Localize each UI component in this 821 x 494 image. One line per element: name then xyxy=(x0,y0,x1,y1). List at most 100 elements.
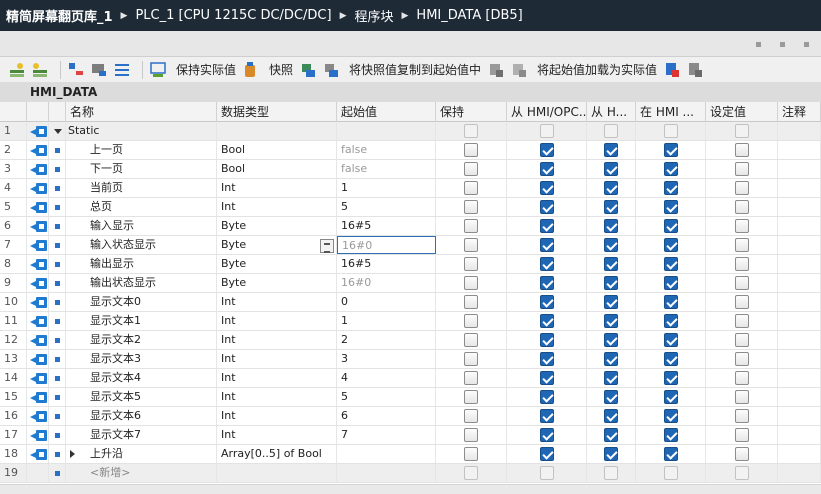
start-value-cell[interactable]: 7 xyxy=(337,426,436,444)
table-row[interactable]: 2 上一页 Bool false xyxy=(0,141,821,160)
setpoint-checkbox[interactable] xyxy=(734,257,749,271)
setpoint-checkbox[interactable] xyxy=(734,371,749,385)
load-start-icon[interactable] xyxy=(487,61,505,79)
visible-in-hmi-checkbox[interactable] xyxy=(663,352,678,366)
hmi-opc-checkbox[interactable] xyxy=(539,276,554,290)
upload-icon[interactable] xyxy=(686,61,704,79)
retain-checkbox[interactable] xyxy=(464,276,478,290)
retain-checkbox[interactable] xyxy=(464,238,478,252)
data-type-cell[interactable]: Bool xyxy=(217,160,337,178)
data-type-cell[interactable]: Byte xyxy=(217,236,337,254)
visible-in-hmi-checkbox[interactable] xyxy=(663,390,678,404)
hmi-writable-checkbox[interactable] xyxy=(604,200,618,214)
hmi-writable-checkbox[interactable] xyxy=(604,466,618,480)
visible-in-hmi-checkbox[interactable] xyxy=(663,162,678,176)
comment-cell[interactable] xyxy=(778,236,821,254)
header-visible-in-hmi[interactable]: 在 HMI ... xyxy=(636,102,706,122)
hmi-opc-checkbox[interactable] xyxy=(539,200,554,214)
visible-in-hmi-checkbox[interactable] xyxy=(663,466,678,480)
data-type-cell[interactable]: Int xyxy=(217,179,337,197)
table-row[interactable]: 8 输出显示 Byte 16#5 xyxy=(0,255,821,274)
comment-cell[interactable] xyxy=(778,179,821,197)
setpoint-checkbox[interactable] xyxy=(734,143,749,157)
setpoint-checkbox[interactable] xyxy=(734,314,749,328)
header-setpoint[interactable]: 设定值 xyxy=(706,102,778,122)
retain-checkbox[interactable] xyxy=(464,428,478,442)
setpoint-checkbox[interactable] xyxy=(734,276,749,290)
hmi-opc-checkbox[interactable] xyxy=(539,257,554,271)
retain-checkbox[interactable] xyxy=(464,181,478,195)
insert-row-icon[interactable] xyxy=(8,61,26,79)
snapshot-icon[interactable] xyxy=(242,61,260,79)
table-row[interactable]: 13 显示文本3 Int 3 xyxy=(0,350,821,369)
table-row[interactable]: 18 上升沿 Array[0..5] of Bool xyxy=(0,445,821,464)
setpoint-checkbox[interactable] xyxy=(734,200,749,214)
data-type-cell[interactable]: Byte xyxy=(217,274,337,292)
hmi-writable-checkbox[interactable] xyxy=(604,371,618,385)
setpoint-checkbox[interactable] xyxy=(734,124,749,138)
visible-in-hmi-checkbox[interactable] xyxy=(663,333,678,347)
variable-name[interactable]: 输入状态显示 xyxy=(66,236,217,254)
table-row[interactable]: 15 显示文本5 Int 5 xyxy=(0,388,821,407)
copy-snapshot-icon[interactable] xyxy=(299,61,317,79)
variable-name[interactable]: 输出显示 xyxy=(66,255,217,273)
retain-checkbox[interactable] xyxy=(464,390,478,404)
visible-in-hmi-checkbox[interactable] xyxy=(663,447,678,461)
retain-checkbox[interactable] xyxy=(464,257,478,271)
variable-name[interactable]: 输入显示 xyxy=(66,217,217,235)
retain-checkbox[interactable] xyxy=(464,314,478,328)
data-type-cell[interactable]: Byte xyxy=(217,255,337,273)
variable-name[interactable]: 显示文本3 xyxy=(66,350,217,368)
hmi-writable-checkbox[interactable] xyxy=(604,276,618,290)
variable-name[interactable]: 上一页 xyxy=(66,141,217,159)
horizontal-scrollbar[interactable] xyxy=(0,484,821,494)
monitor-icon[interactable] xyxy=(149,61,167,79)
data-type-cell[interactable]: Int xyxy=(217,331,337,349)
comment-cell[interactable] xyxy=(778,160,821,178)
data-type-cell[interactable]: Array[0..5] of Bool xyxy=(217,445,337,463)
start-value-cell[interactable]: 16#5 xyxy=(337,217,436,235)
retain-checkbox[interactable] xyxy=(464,352,478,366)
hmi-writable-checkbox[interactable] xyxy=(604,314,618,328)
hmi-writable-checkbox[interactable] xyxy=(604,390,618,404)
setpoint-checkbox[interactable] xyxy=(734,162,749,176)
data-type-cell[interactable]: Int xyxy=(217,293,337,311)
hmi-opc-checkbox[interactable] xyxy=(539,124,554,138)
hmi-opc-checkbox[interactable] xyxy=(539,333,554,347)
collapse-arrow-icon[interactable] xyxy=(54,129,62,134)
visible-in-hmi-checkbox[interactable] xyxy=(663,200,678,214)
header-retain[interactable]: 保持 xyxy=(436,102,507,122)
breadcrumb-project[interactable]: 精简屏幕翻页库_1 xyxy=(6,6,113,25)
retain-checkbox[interactable] xyxy=(464,219,478,233)
setpoint-checkbox[interactable] xyxy=(734,390,749,404)
header-writable-hmi[interactable]: 从 H... xyxy=(587,102,636,122)
table-row[interactable]: 16 显示文本6 Int 6 xyxy=(0,407,821,426)
hmi-writable-checkbox[interactable] xyxy=(604,352,618,366)
hmi-writable-checkbox[interactable] xyxy=(604,447,618,461)
expand-arrow-icon[interactable] xyxy=(70,450,75,458)
hmi-writable-checkbox[interactable] xyxy=(604,124,618,138)
hmi-writable-checkbox[interactable] xyxy=(604,143,618,157)
start-value-cell[interactable]: 16#0 xyxy=(320,236,436,254)
add-row-icon[interactable] xyxy=(31,61,49,79)
retain-checkbox[interactable] xyxy=(464,466,478,480)
variable-name[interactable]: 下一页 xyxy=(66,160,217,178)
hmi-opc-checkbox[interactable] xyxy=(539,295,554,309)
hmi-writable-checkbox[interactable] xyxy=(604,428,618,442)
snapshot-button[interactable]: 快照 xyxy=(269,61,293,78)
table-row[interactable]: 1 Static xyxy=(0,122,821,141)
data-type-cell[interactable]: Bool xyxy=(217,141,337,159)
breadcrumb-db[interactable]: HMI_DATA [DB5] xyxy=(416,8,522,23)
comment-cell[interactable] xyxy=(778,350,821,368)
start-value-cell[interactable]: 4 xyxy=(337,369,436,387)
hmi-opc-checkbox[interactable] xyxy=(539,466,554,480)
variable-name[interactable]: 总页 xyxy=(66,198,217,216)
visible-in-hmi-checkbox[interactable] xyxy=(663,143,678,157)
retain-checkbox[interactable] xyxy=(464,200,478,214)
start-value-cell[interactable]: 5 xyxy=(337,388,436,406)
header-accessible-hmi-opc[interactable]: 从 HMI/OPC... xyxy=(507,102,587,122)
visible-in-hmi-checkbox[interactable] xyxy=(663,276,678,290)
start-value-cell[interactable]: 1 xyxy=(337,179,436,197)
comment-cell[interactable] xyxy=(778,369,821,387)
visible-in-hmi-checkbox[interactable] xyxy=(663,409,678,423)
